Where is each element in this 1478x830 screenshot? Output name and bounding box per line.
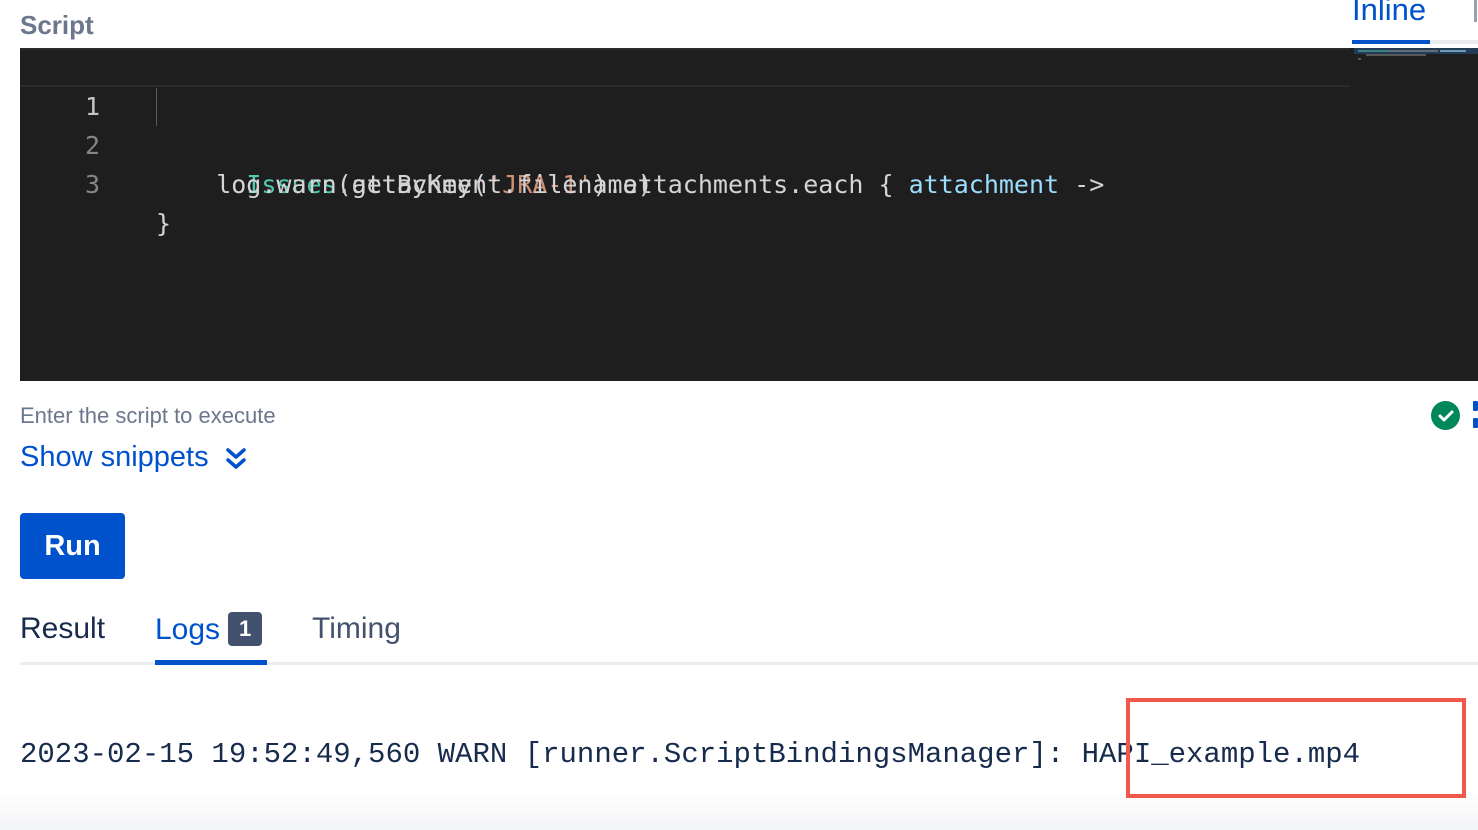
log-level: WARN xyxy=(437,738,508,771)
logs-count-badge: 1 xyxy=(228,612,263,646)
show-snippets-link[interactable]: Show snippets xyxy=(20,441,247,474)
code-line: 2 log.warn(attachment.filename) xyxy=(20,87,1350,199)
show-snippets-label: Show snippets xyxy=(20,441,209,473)
log-output: 2023-02-15 19:52:49,560 WARN [runner.Scr… xyxy=(0,690,1478,830)
tab-timing[interactable]: Timing xyxy=(312,612,401,665)
code-text: log.warn(attachment.filename) xyxy=(156,165,653,204)
next-tab-edge[interactable] xyxy=(1474,0,1477,22)
log-source: [runner.ScriptBindingsManager]: xyxy=(524,738,1065,771)
code-token: -> xyxy=(1059,170,1105,199)
expand-icon[interactable] xyxy=(1473,401,1478,429)
inline-tab-underline xyxy=(1352,40,1478,44)
tab-result-label: Result xyxy=(20,612,106,645)
code-token: log.warn(attachment.filename) xyxy=(156,170,653,199)
editor-minimap[interactable] xyxy=(1354,48,1478,108)
code-token: attachment xyxy=(908,170,1060,199)
run-button[interactable]: Run xyxy=(20,513,125,579)
result-tabs: Result Logs 1 Timing xyxy=(20,612,1478,666)
tab-inline[interactable]: Inline xyxy=(1352,0,1426,28)
code-text: } xyxy=(156,204,171,243)
log-timestamp: 2023-02-15 19:52:49,560 xyxy=(20,738,421,771)
tab-logs-label: Logs xyxy=(155,613,221,646)
check-circle-icon xyxy=(1431,401,1460,430)
code-line: 3 } xyxy=(20,126,1350,238)
tab-result[interactable]: Result xyxy=(20,612,105,665)
code-token: } xyxy=(156,209,172,238)
double-chevron-down-icon xyxy=(225,446,247,470)
code-line: 1 Issues.getByKey('JRA-1').attachments.e… xyxy=(20,48,1350,199)
active-tab-underline xyxy=(155,660,267,665)
line-number: 3 xyxy=(84,170,100,199)
code-editor[interactable]: 1 Issues.getByKey('JRA-1').attachments.e… xyxy=(20,48,1478,381)
highlight-box xyxy=(1126,698,1466,798)
script-helper-text: Enter the script to execute xyxy=(20,403,276,428)
tab-timing-label: Timing xyxy=(312,612,401,645)
tab-logs[interactable]: Logs 1 xyxy=(155,612,267,665)
script-label: Script xyxy=(20,10,94,40)
